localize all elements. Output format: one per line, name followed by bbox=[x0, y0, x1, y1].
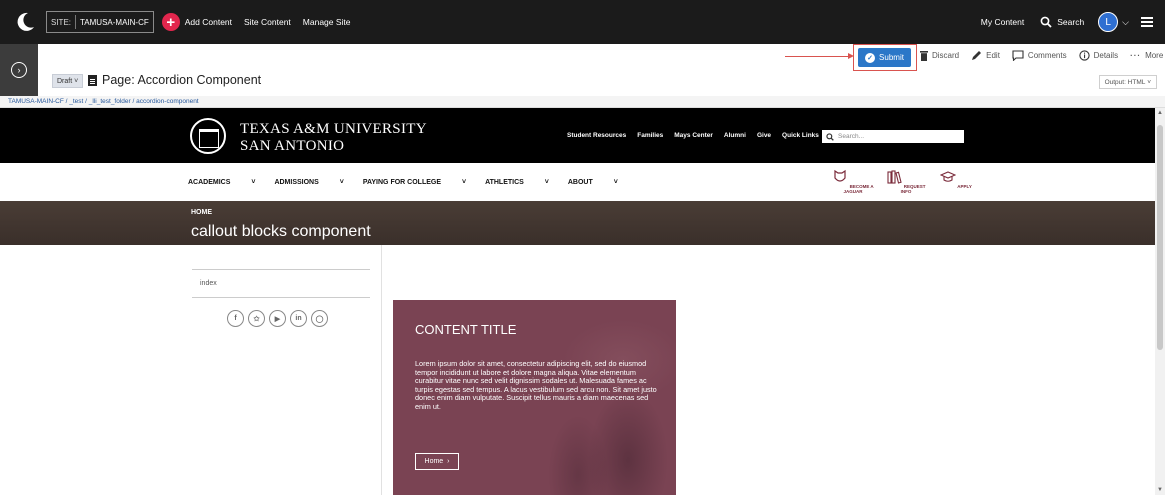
request-info-link[interactable]: REQUEST INFO bbox=[881, 169, 931, 194]
callout-home-button[interactable]: Home › bbox=[415, 453, 459, 470]
util-nav-item[interactable]: Alumni bbox=[724, 132, 746, 139]
submit-label: Submit bbox=[879, 53, 904, 62]
main-nav-item[interactable]: PAYING FOR COLLEGE ˅ bbox=[363, 179, 466, 186]
output-label: Output: HTML bbox=[1104, 78, 1146, 86]
status-dropdown[interactable]: Draft ˅ bbox=[52, 74, 84, 88]
cms-logo-icon[interactable] bbox=[10, 7, 40, 37]
details-label: Details bbox=[1093, 51, 1119, 60]
more-button[interactable]: ··· More bbox=[1130, 51, 1163, 60]
search-icon bbox=[826, 132, 834, 141]
page-header: Draft ˅ Page: Accordion Component ✓ Subm… bbox=[38, 44, 1165, 96]
hero-breadcrumb-home[interactable]: HOME bbox=[191, 209, 212, 216]
pencil-icon bbox=[972, 51, 982, 60]
avatar[interactable]: L bbox=[1098, 12, 1119, 32]
annotation-arrow bbox=[785, 56, 852, 57]
util-nav-item[interactable]: Give bbox=[757, 132, 771, 139]
search-placeholder: Search... bbox=[838, 133, 865, 140]
page-icon bbox=[88, 74, 97, 86]
apply-link[interactable]: APPLY bbox=[931, 169, 981, 189]
breadcrumb[interactable]: TAMUSA-MAIN-CF / _test / _lli_test_folde… bbox=[0, 96, 1165, 108]
page-title: Page: Accordion Component bbox=[88, 73, 261, 87]
site-label: SITE: bbox=[51, 17, 72, 27]
check-icon: ✓ bbox=[865, 52, 876, 63]
panel-toggle: › bbox=[0, 44, 38, 96]
university-name-line1: TEXAS A&M UNIVERSITY bbox=[240, 121, 427, 137]
column-divider bbox=[381, 245, 382, 495]
my-content-link[interactable]: My Content bbox=[981, 17, 1024, 27]
search-button[interactable]: Search bbox=[1040, 16, 1084, 28]
edit-button[interactable]: Edit bbox=[971, 50, 1000, 61]
graduation-cap-icon bbox=[939, 171, 957, 182]
edit-label: Edit bbox=[986, 51, 1000, 60]
submit-button[interactable]: ✓ Submit bbox=[858, 48, 911, 67]
add-content-label: Add Content bbox=[184, 17, 233, 27]
trash-icon bbox=[920, 50, 928, 61]
linkedin-icon[interactable]: in bbox=[290, 310, 307, 327]
expand-panel-icon[interactable]: › bbox=[11, 62, 27, 78]
facebook-icon[interactable]: f bbox=[227, 310, 244, 327]
status-label: Draft bbox=[57, 77, 73, 85]
utility-nav: Student Resources Families Mays Center A… bbox=[567, 132, 837, 139]
main-nav-item[interactable]: ACADEMICS ˅ bbox=[188, 179, 255, 186]
util-nav-item[interactable]: Quick Links bbox=[782, 132, 819, 139]
main-nav: ACADEMICS ˅ ADMISSIONS ˅ PAYING FOR COLL… bbox=[0, 163, 1155, 201]
main-nav-item[interactable]: ADMISSIONS ˅ bbox=[274, 179, 343, 186]
util-nav-item[interactable]: Families bbox=[637, 132, 663, 139]
scroll-down-icon[interactable]: ▼ bbox=[1157, 487, 1163, 493]
university-name[interactable]: TEXAS A&M UNIVERSITY SAN ANTONIO bbox=[240, 121, 427, 155]
search-icon bbox=[1040, 16, 1052, 28]
plus-icon: + bbox=[161, 13, 180, 31]
callout-body: Lorem ipsum dolor sit amet, consectetur … bbox=[415, 359, 657, 411]
search-label: Search bbox=[1057, 17, 1085, 27]
site-search-input[interactable]: Search... bbox=[822, 130, 964, 143]
side-nav: index bbox=[192, 269, 370, 298]
callout-title: CONTENT TITLE bbox=[415, 322, 517, 337]
scroll-thumb[interactable] bbox=[1157, 125, 1163, 350]
comments-button[interactable]: Comments bbox=[1012, 50, 1067, 61]
page-preview: TEXAS A&M UNIVERSITY SAN ANTONIO Student… bbox=[0, 108, 1155, 495]
side-nav-item[interactable]: index bbox=[192, 270, 370, 297]
instagram-icon[interactable]: ◯ bbox=[311, 310, 328, 327]
more-label: More bbox=[1145, 51, 1164, 60]
scroll-up-icon[interactable]: ▲ bbox=[1157, 110, 1163, 116]
info-icon bbox=[1078, 50, 1090, 61]
callout-block: CONTENT TITLE Lorem ipsum dolor sit amet… bbox=[393, 300, 676, 495]
become-jaguar-link[interactable]: BECOME A JAGUAR bbox=[828, 169, 878, 194]
books-icon bbox=[887, 170, 903, 184]
comment-icon bbox=[1012, 50, 1024, 61]
university-header: TEXAS A&M UNIVERSITY SAN ANTONIO Student… bbox=[0, 108, 1155, 163]
discard-button[interactable]: Discard bbox=[920, 50, 960, 61]
main-nav-item[interactable]: ATHLETICS ˅ bbox=[485, 179, 549, 186]
main-nav-item[interactable]: ABOUT ˅ bbox=[568, 179, 618, 186]
chevron-down-icon[interactable]: ⌵ bbox=[1122, 17, 1129, 28]
youtube-icon[interactable]: ▶ bbox=[269, 310, 286, 327]
hero-title: callout blocks component bbox=[191, 223, 371, 240]
site-selector[interactable]: SITE: TAMUSA-MAIN-CF bbox=[46, 11, 154, 33]
site-content-link[interactable]: Site Content bbox=[244, 17, 291, 27]
cms-top-bar: SITE: TAMUSA-MAIN-CF + Add Content Site … bbox=[0, 0, 1165, 44]
university-seal-icon[interactable] bbox=[190, 118, 226, 154]
add-content-button[interactable]: + Add Content bbox=[161, 13, 233, 31]
util-nav-item[interactable]: Student Resources bbox=[567, 132, 626, 139]
page-hero: HOME callout blocks component bbox=[0, 201, 1155, 245]
util-nav-item[interactable]: Mays Center bbox=[674, 132, 713, 139]
twitter-icon[interactable]: ✩ bbox=[248, 310, 265, 327]
manage-site-link[interactable]: Manage Site bbox=[303, 17, 351, 27]
page-actions: Discard Edit Comments Details ··· More bbox=[920, 50, 1165, 61]
menu-icon[interactable] bbox=[1141, 15, 1153, 29]
comments-label: Comments bbox=[1027, 51, 1067, 60]
jaguar-icon bbox=[834, 169, 846, 182]
site-name: TAMUSA-MAIN-CF bbox=[80, 17, 149, 27]
ellipsis-icon: ··· bbox=[1130, 51, 1142, 60]
discard-label: Discard bbox=[932, 51, 960, 60]
social-links: f ✩ ▶ in ◯ bbox=[227, 310, 332, 327]
details-button[interactable]: Details bbox=[1078, 50, 1119, 61]
university-name-line2: SAN ANTONIO bbox=[240, 138, 345, 154]
page-title-text: Page: Accordion Component bbox=[102, 73, 262, 87]
output-dropdown[interactable]: Output: HTML ˅ bbox=[1098, 75, 1157, 89]
